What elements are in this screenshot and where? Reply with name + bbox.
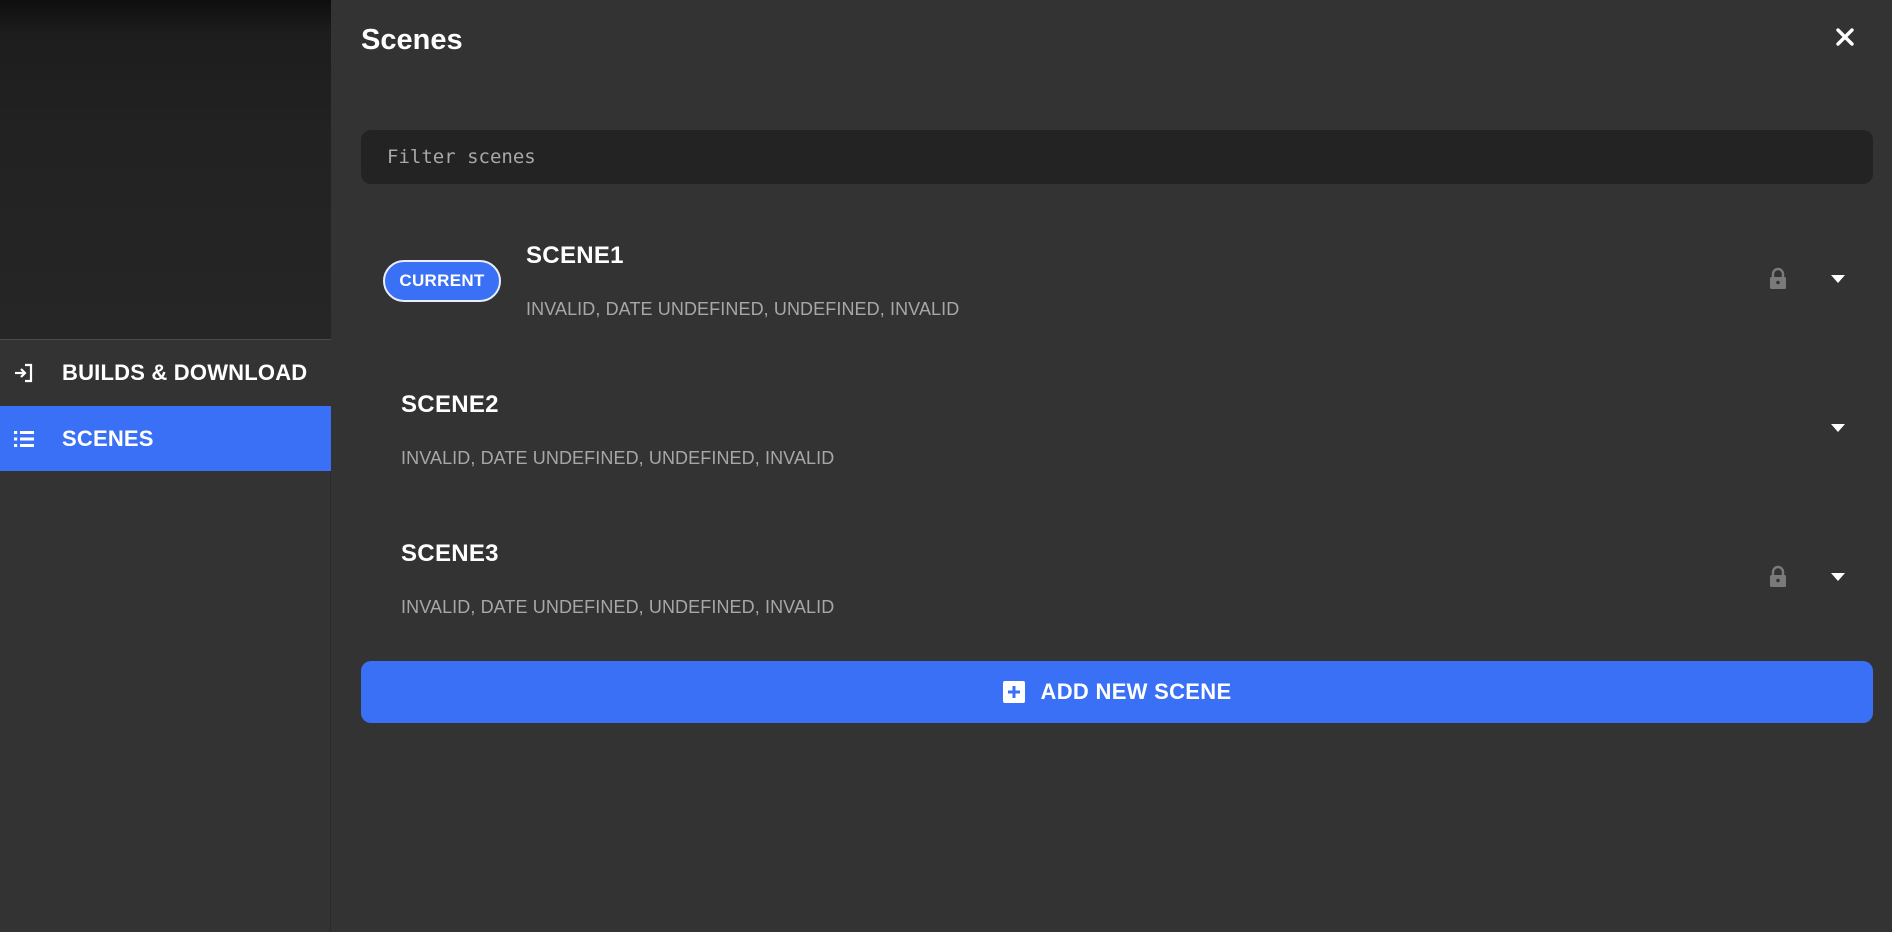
chevron-down-icon[interactable] — [1828, 272, 1848, 286]
sidebar-item-builds-download[interactable]: BUILDS & DOWNLOAD — [0, 340, 331, 405]
scene-name: SCENE3 — [401, 540, 499, 567]
scene-row[interactable]: CURRENT SCENE1 INVALID, DATE UNDEFINED, … — [361, 215, 1873, 345]
sign-in-icon — [0, 362, 62, 384]
page-title: Scenes — [361, 24, 463, 56]
scene-name: SCENE2 — [401, 391, 499, 418]
chevron-down-icon[interactable] — [1828, 570, 1848, 584]
add-new-scene-label: ADD NEW SCENE — [1040, 679, 1232, 704]
sidebar-preview — [0, 0, 331, 340]
scenes-panel: Scenes CURRENT SCENE1 INVALID, DATE UNDE… — [332, 0, 1892, 932]
scene-meta: INVALID, DATE UNDEFINED, UNDEFINED, INVA… — [526, 299, 960, 319]
chevron-down-icon[interactable] — [1828, 421, 1848, 435]
sidebar-item-label: BUILDS & DOWNLOAD — [62, 359, 308, 385]
sidebar-item-scenes[interactable]: SCENES — [0, 406, 331, 471]
list-icon — [0, 429, 62, 449]
sidebar-item-label: SCENES — [62, 425, 154, 451]
close-icon — [1836, 27, 1854, 51]
scene-row[interactable]: SCENE3 INVALID, DATE UNDEFINED, UNDEFINE… — [361, 513, 1873, 643]
sidebar: BUILDS & DOWNLOAD SCENES — [0, 0, 331, 932]
add-new-scene-button[interactable]: ADD NEW SCENE — [361, 661, 1873, 723]
close-button[interactable] — [1830, 24, 1860, 54]
filter-scenes-input[interactable] — [361, 130, 1873, 184]
scene-meta: INVALID, DATE UNDEFINED, UNDEFINED, INVA… — [401, 448, 835, 468]
lock-icon — [1768, 565, 1788, 589]
plus-square-icon — [1002, 681, 1025, 703]
current-badge: CURRENT — [383, 260, 501, 302]
scene-name: SCENE1 — [526, 242, 624, 269]
lock-icon — [1768, 267, 1788, 291]
scene-row[interactable]: SCENE2 INVALID, DATE UNDEFINED, UNDEFINE… — [361, 364, 1873, 494]
scene-meta: INVALID, DATE UNDEFINED, UNDEFINED, INVA… — [401, 597, 835, 617]
